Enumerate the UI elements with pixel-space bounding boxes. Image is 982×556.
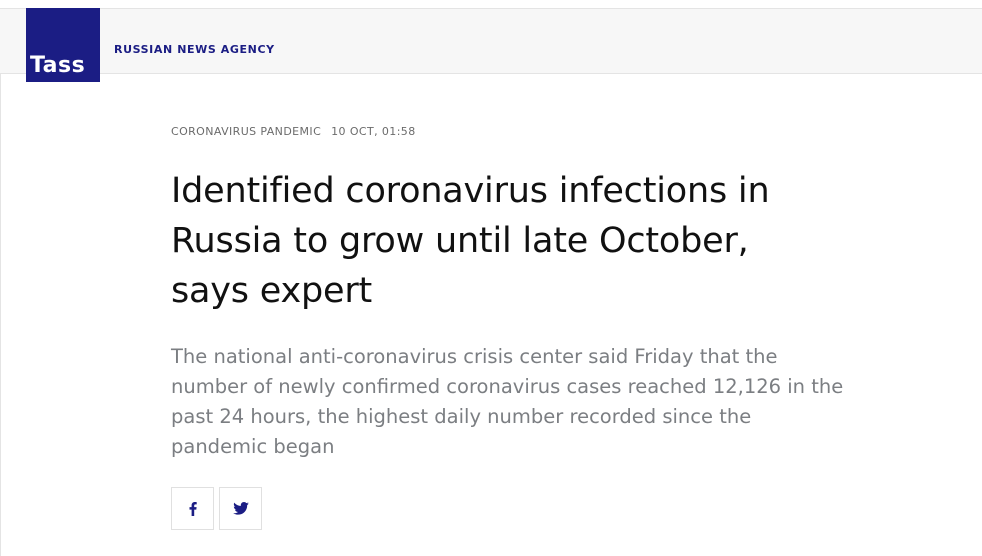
facebook-icon (189, 501, 197, 516)
article-meta: CORONAVIRUS PANDEMIC 10 OCT, 01:58 (171, 125, 416, 138)
article-lead: The national anti-coronavirus crisis cen… (171, 345, 844, 458)
site-header: RUSSIAN NEWS AGENCY (0, 9, 982, 74)
twitter-share-button[interactable] (219, 487, 262, 530)
facebook-share-button[interactable] (171, 487, 214, 530)
share-buttons (171, 487, 262, 530)
logo-text: Tass (30, 53, 86, 78)
agency-name[interactable]: RUSSIAN NEWS AGENCY (114, 43, 275, 56)
article-timestamp: 10 OCT, 01:58 (331, 125, 416, 138)
left-divider (0, 74, 1, 556)
category-link[interactable]: CORONAVIRUS PANDEMIC (171, 125, 321, 138)
twitter-icon (232, 502, 249, 515)
article-headline: Identified coronavirus infections in Rus… (171, 171, 770, 311)
page: RUSSIAN NEWS AGENCY Tass CORONAVIRUS PAN… (0, 0, 982, 556)
tass-logo[interactable]: Tass (26, 8, 100, 82)
